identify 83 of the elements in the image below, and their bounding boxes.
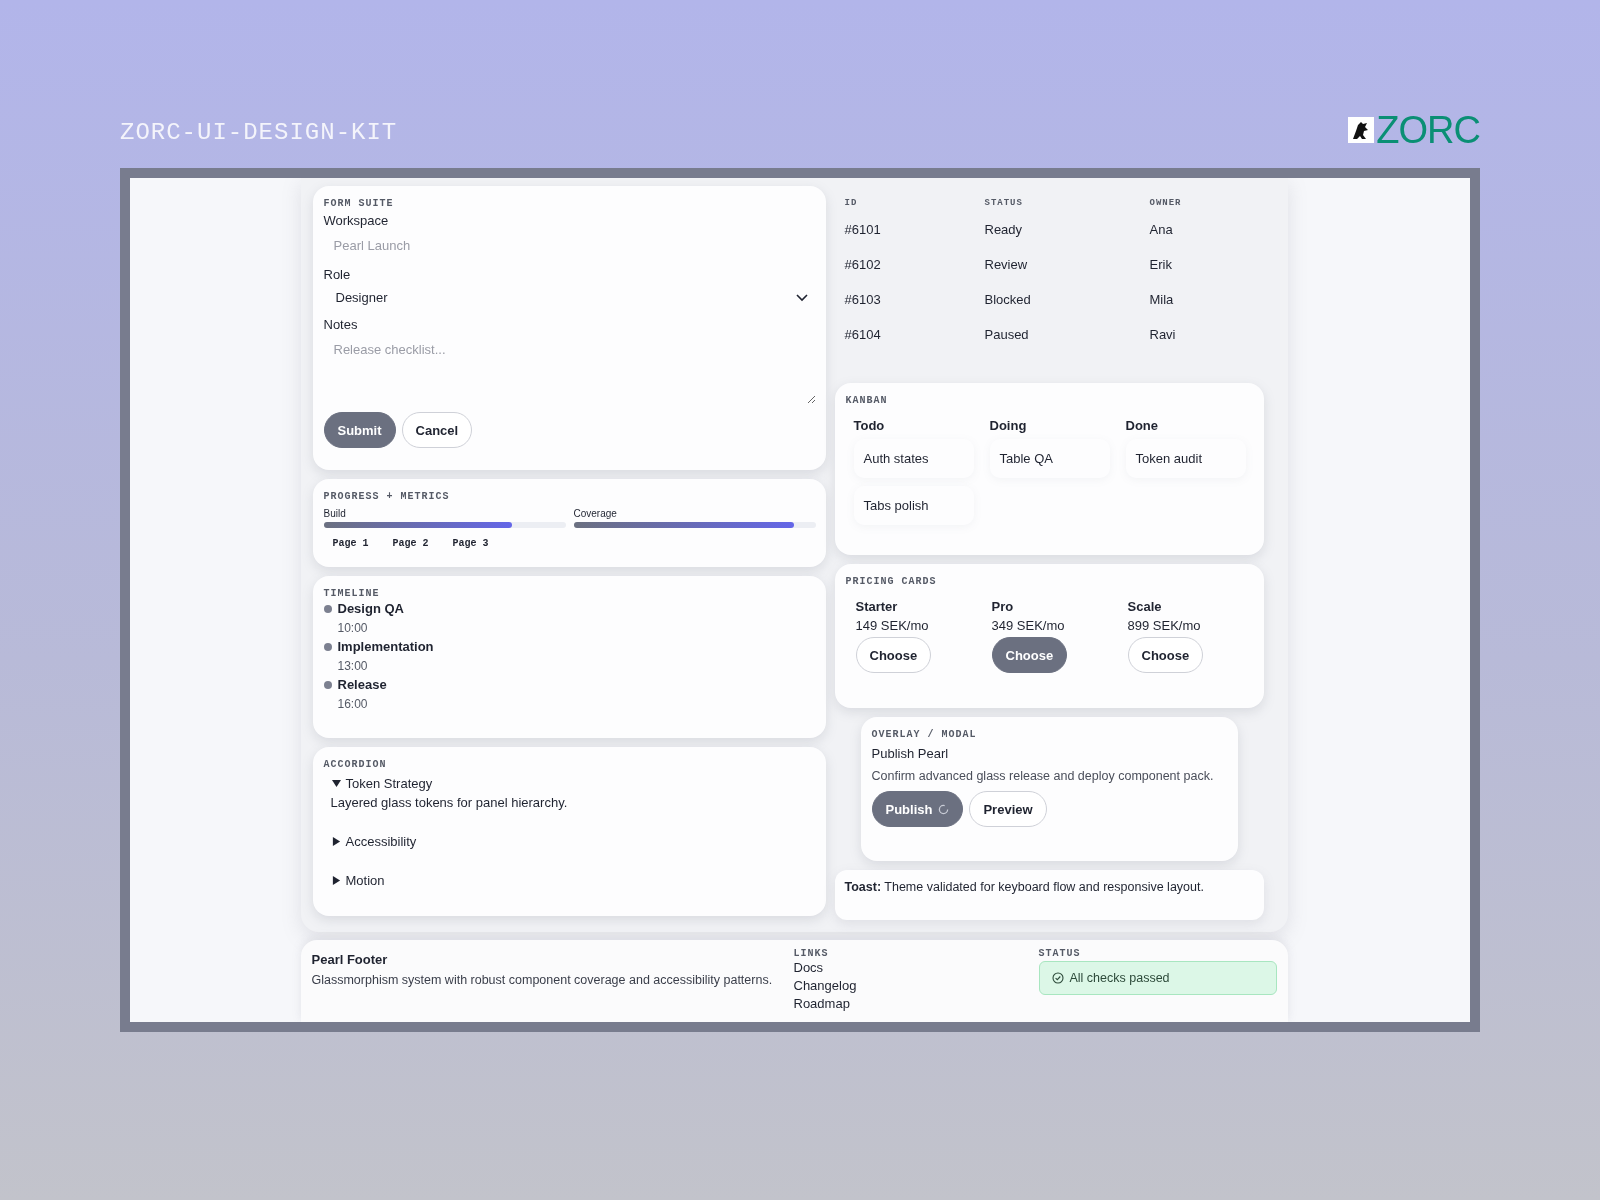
table-cell-text: Paused (984, 326, 1030, 344)
event-title: Design QA (337, 601, 405, 616)
footer-link[interactable]: Roadmap (793, 995, 850, 1013)
modal-heading: Publish Pearl (871, 746, 950, 761)
section-title: PROGRESS + METRICS (323, 491, 451, 502)
accordion-header[interactable]: Token Strategy (323, 776, 441, 791)
footer-link[interactable]: Docs (793, 959, 824, 977)
field-label: Notes (323, 317, 359, 332)
section-title: TIMELINE (323, 588, 381, 599)
table-cell-text: Erik (1149, 256, 1173, 274)
table-cell-text: #6104 (844, 326, 882, 344)
table-cell-text: #6101 (844, 221, 882, 239)
table-cell-text: Review (984, 256, 1029, 274)
table-cell-text: Ravi (1149, 326, 1177, 344)
publish-button[interactable]: Publish (871, 791, 964, 827)
cancel-button[interactable]: Cancel (401, 412, 473, 448)
select-field[interactable]: Designer (323, 282, 816, 313)
column-header: ID (844, 198, 859, 210)
timeline-dot (323, 680, 332, 689)
accordion-body: Layered glass tokens for panel hierarchy. (329, 794, 569, 810)
choose-button[interactable]: Choose (991, 637, 1068, 673)
kanban-card-item[interactable]: Table QA (989, 439, 1110, 478)
plan-price: 349 SEK/mo (991, 618, 1065, 633)
table-cell-text: #6102 (844, 256, 882, 274)
links-title: LINKS (793, 948, 830, 959)
wolf-logo-icon (1348, 117, 1375, 143)
table-cell-text: Ready (984, 221, 1024, 239)
status-banner: All checks passed (1038, 961, 1277, 995)
kanban-card-item[interactable]: Tabs polish (853, 486, 974, 525)
accordion-header[interactable]: Accessibility (323, 834, 425, 849)
page-link[interactable]: Page 3 (443, 538, 498, 549)
chevron-down-icon (795, 293, 808, 302)
page-link[interactable]: Page 1 (323, 538, 378, 549)
event-title: Implementation (337, 639, 435, 654)
textarea-field[interactable]: Release checklist... (323, 332, 816, 404)
footer-title: Pearl Footer (311, 952, 389, 967)
kanban-column-title: Todo (853, 418, 885, 433)
section-title: OVERLAY / MODAL (871, 729, 978, 740)
event-time: 16:00 (337, 697, 369, 711)
input-field[interactable]: Pearl Launch (323, 228, 816, 263)
plan-name: Scale (1127, 599, 1162, 614)
meter-label: Build (323, 508, 347, 519)
accordion-header[interactable]: Motion (323, 873, 393, 888)
toast: Toast: Theme validated for keyboard flow and responsive layout. (834, 870, 1264, 920)
preview-button[interactable]: Preview (969, 791, 1047, 827)
page-title: ZORC-UI-DESIGN-KIT (120, 119, 398, 148)
column-header: STATUS (984, 198, 1024, 210)
choose-button[interactable]: Choose (855, 637, 932, 673)
section-title: ACCORDION (323, 759, 388, 770)
column-header: OWNER (1149, 198, 1183, 210)
plan-name: Starter (855, 599, 898, 614)
plan-price: 149 SEK/mo (855, 618, 929, 633)
kanban-card-item[interactable]: Token audit (1125, 439, 1246, 478)
spinner-icon (938, 803, 950, 815)
table-cell-text: Mila (1149, 291, 1175, 309)
event-time: 10:00 (337, 621, 369, 635)
footer-text: Glassmorphism system with robust component coverage and accessibility patterns. (311, 973, 774, 987)
brand-name: ZORC (1376, 112, 1480, 148)
field-label: Workspace (323, 213, 390, 228)
modal-text: Confirm advanced glass release and deploy component pack. (871, 769, 1215, 783)
event-time: 13:00 (337, 659, 369, 673)
footer-link[interactable]: Changelog (793, 977, 857, 995)
section-title: PRICING CARDS (845, 576, 938, 587)
plan-name: Pro (991, 599, 1014, 614)
kanban-column-title: Done (1125, 418, 1158, 433)
plan-price: 899 SEK/mo (1127, 618, 1201, 633)
timeline-dot (323, 642, 332, 651)
page-link[interactable]: Page 2 (383, 538, 438, 549)
event-title: Release (337, 677, 388, 692)
table-cell-text: #6103 (844, 291, 882, 309)
section-title: FORM SUITE (323, 198, 395, 209)
meter-label: Coverage (573, 508, 618, 519)
check-circle-icon (1051, 972, 1064, 984)
field-label: Role (323, 267, 352, 282)
status-title: STATUS (1038, 948, 1082, 959)
choose-button[interactable]: Choose (1127, 637, 1204, 673)
table-cell-text: Ana (1149, 221, 1174, 239)
submit-button[interactable]: Submit (323, 412, 396, 448)
section-title: KANBAN (845, 395, 889, 406)
table-cell-text: Blocked (984, 291, 1032, 309)
timeline-dot (323, 604, 332, 613)
kanban-card-item[interactable]: Auth states (853, 439, 974, 478)
kanban-column-title: Doing (989, 418, 1027, 433)
